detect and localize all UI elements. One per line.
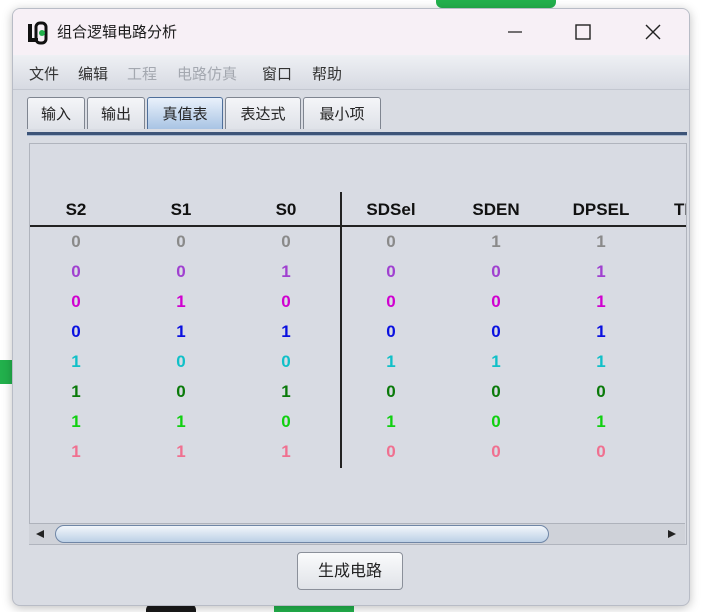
input-cell: 0 bbox=[71, 292, 81, 311]
output-cell[interactable]: 1 bbox=[551, 232, 651, 252]
output-cell[interactable]: 0 bbox=[341, 442, 441, 462]
truth-table-panel: S2 S1 S0 SDSel SDEN DPSEL TM 00001100100… bbox=[29, 143, 687, 545]
output-cell[interactable]: 0 bbox=[341, 292, 441, 312]
title-bar: 组合逻辑电路分析 bbox=[13, 9, 689, 55]
output-cell[interactable]: 1 bbox=[341, 412, 441, 432]
input-cell: 1 bbox=[71, 352, 81, 371]
output-cell[interactable]: 0 bbox=[341, 232, 441, 252]
menu-bar: 文件 编辑 工程 电路仿真 窗口 帮助 bbox=[13, 55, 689, 90]
output-cell[interactable]: 1 bbox=[551, 262, 651, 282]
analysis-window: 组合逻辑电路分析 文件 编辑 工程 电路仿真 窗口 帮助 输入 输出 真值表 表… bbox=[12, 8, 690, 606]
input-cell: 1 bbox=[281, 382, 291, 401]
header-divider bbox=[30, 225, 686, 227]
input-cell: 0 bbox=[71, 262, 81, 281]
input-cell: 1 bbox=[281, 322, 291, 341]
canvas-wire bbox=[0, 360, 12, 384]
input-cell: 0 bbox=[176, 352, 186, 371]
tab-truth-table[interactable]: 真值表 bbox=[147, 97, 223, 129]
input-cell: 1 bbox=[71, 412, 81, 431]
output-cell[interactable]: 1 bbox=[446, 232, 546, 252]
output-cell[interactable]: 0 bbox=[446, 292, 546, 312]
maximize-icon[interactable] bbox=[561, 17, 605, 47]
output-cell[interactable]: 0 bbox=[551, 442, 651, 462]
header-sdsel: SDSel bbox=[366, 200, 416, 219]
input-cell: 1 bbox=[176, 322, 186, 341]
input-cell: 1 bbox=[71, 442, 81, 461]
scroll-right-icon[interactable] bbox=[665, 528, 679, 540]
output-cell[interactable]: 1 bbox=[551, 292, 651, 312]
horizontal-scrollbar[interactable] bbox=[29, 523, 685, 544]
input-cell: 1 bbox=[176, 292, 186, 311]
output-cell[interactable]: 1 bbox=[551, 352, 651, 372]
output-cell[interactable]: 0 bbox=[551, 382, 651, 402]
input-cell: 1 bbox=[281, 442, 291, 461]
menu-help[interactable]: 帮助 bbox=[312, 63, 342, 84]
input-cell: 0 bbox=[281, 292, 291, 311]
logisim-app-icon bbox=[28, 21, 48, 45]
output-cell[interactable]: 0 bbox=[341, 262, 441, 282]
input-cell: 1 bbox=[176, 412, 186, 431]
output-cell[interactable]: 1 bbox=[446, 352, 546, 372]
menu-window[interactable]: 窗口 bbox=[262, 63, 292, 84]
output-cell[interactable]: 1 bbox=[341, 352, 441, 372]
build-circuit-button[interactable]: 生成电路 bbox=[297, 552, 403, 590]
window-title: 组合逻辑电路分析 bbox=[57, 23, 178, 41]
input-cell: 0 bbox=[281, 412, 291, 431]
input-cell: 1 bbox=[71, 382, 81, 401]
header-tm: TM bbox=[674, 200, 686, 219]
output-cell[interactable]: 0 bbox=[446, 322, 546, 342]
input-cell: 1 bbox=[176, 442, 186, 461]
scroll-thumb[interactable] bbox=[55, 525, 549, 543]
header-sden: SDEN bbox=[472, 200, 520, 219]
input-cell: 0 bbox=[71, 232, 81, 251]
menu-project[interactable]: 工程 bbox=[127, 63, 157, 84]
output-cell[interactable]: 0 bbox=[446, 412, 546, 432]
menu-simulate[interactable]: 电路仿真 bbox=[177, 63, 237, 84]
input-cell: 0 bbox=[176, 232, 186, 251]
header-s2: S2 bbox=[65, 200, 87, 219]
output-cell[interactable]: 0 bbox=[446, 442, 546, 462]
input-cell: 0 bbox=[281, 232, 291, 251]
input-cell: 0 bbox=[281, 352, 291, 371]
menu-file[interactable]: 文件 bbox=[29, 63, 59, 84]
header-s1: S1 bbox=[170, 200, 192, 219]
output-cell[interactable]: 0 bbox=[341, 382, 441, 402]
header-s0: S0 bbox=[275, 200, 297, 219]
input-cell: 0 bbox=[176, 382, 186, 401]
header-dpsel: DPSEL bbox=[572, 200, 630, 219]
output-cell[interactable]: 0 bbox=[341, 322, 441, 342]
tab-divider-highlight bbox=[27, 135, 687, 136]
input-cell: 0 bbox=[71, 322, 81, 341]
tab-expression[interactable]: 表达式 bbox=[225, 97, 301, 129]
input-cell: 0 bbox=[176, 262, 186, 281]
output-cell[interactable]: 1 bbox=[551, 412, 651, 432]
scroll-left-icon[interactable] bbox=[33, 528, 47, 540]
menu-edit[interactable]: 编辑 bbox=[78, 63, 108, 84]
tab-outputs[interactable]: 输出 bbox=[87, 97, 145, 129]
tab-inputs[interactable]: 输入 bbox=[27, 97, 85, 129]
canvas-wire bbox=[436, 0, 556, 8]
minimize-icon[interactable] bbox=[493, 17, 537, 47]
output-cell[interactable]: 0 bbox=[446, 382, 546, 402]
output-cell[interactable]: 1 bbox=[551, 322, 651, 342]
input-cell: 1 bbox=[281, 262, 291, 281]
output-cell[interactable]: 0 bbox=[446, 262, 546, 282]
tab-minimized[interactable]: 最小项 bbox=[303, 97, 381, 129]
close-icon[interactable] bbox=[631, 17, 675, 47]
